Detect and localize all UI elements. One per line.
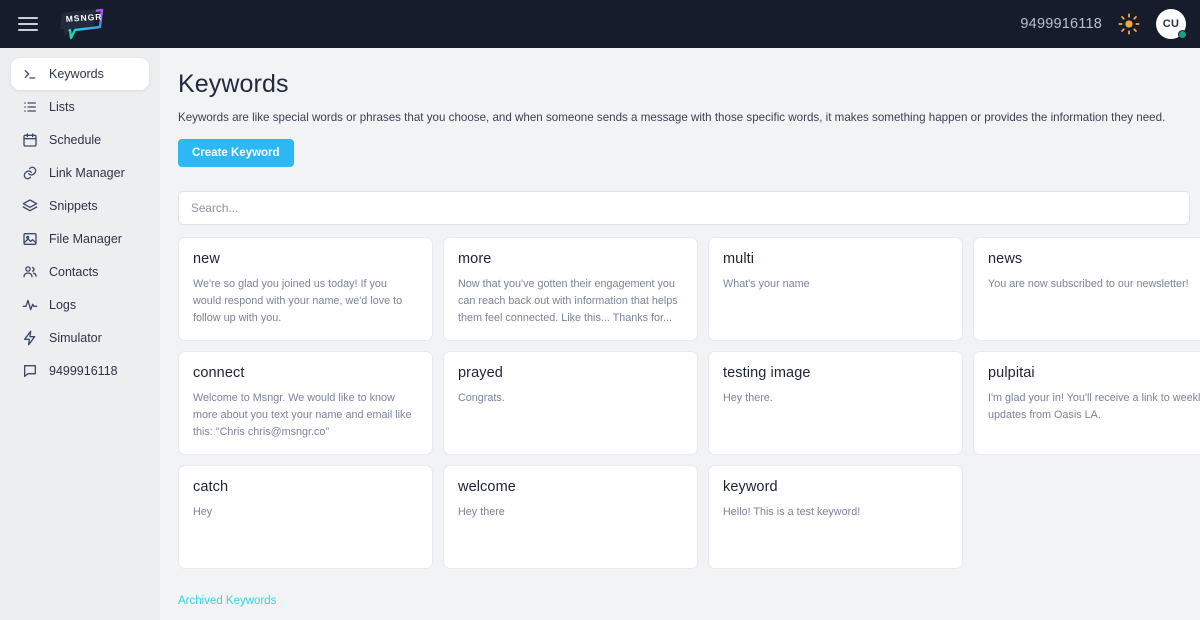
keyword-message: Hey there. [723,392,773,405]
keyword-card[interactable]: keyword Hello! This is a test keyword! [708,465,963,570]
activity-icon [21,297,38,314]
image-icon [21,231,38,248]
users-icon [21,264,38,281]
keyword-message: Now that you've gotten their engagement … [458,278,678,324]
keyword-message: Welcome to Msngr. We would like to know … [193,392,412,438]
hamburger-bar [18,29,38,31]
keyword-name: testing image [723,365,811,382]
link-icon [21,165,38,182]
svg-text:MSNGR: MSNGR [65,11,102,24]
keyword-message: Hey there [458,506,505,519]
status-dot-online [1178,30,1187,39]
search-bar [178,191,1190,226]
keyword-name: welcome [458,479,516,496]
sidebar-item-label: Link Manager [49,166,125,180]
sidebar-item-label: Simulator [49,331,102,345]
calendar-icon [21,132,38,149]
sidebar-item-label: Logs [49,298,77,312]
search-input[interactable] [178,191,1190,226]
body-split: Keywords Lists Schedule Link Manager Sni… [0,48,1200,620]
keyword-card[interactable]: pulpitai I'm glad your in! You'll receiv… [973,351,1200,456]
keyword-name: pulpitai [988,365,1035,382]
keyword-name: multi [723,251,755,268]
list-icon [21,99,38,116]
page-title: Keywords [178,70,289,98]
keyword-message: You are now subscribed to our newsletter… [988,278,1189,291]
keyword-card[interactable]: welcome Hey there [443,465,698,570]
terminal-icon [21,66,38,83]
keyword-card[interactable]: new We're so glad you joined us today! I… [178,237,433,342]
keyword-message: What's your name [723,278,810,291]
sidebar-item-file-manager[interactable]: File Manager [11,223,149,255]
bolt-icon [21,330,38,347]
keyword-card[interactable]: news You are now subscribed to our newsl… [973,237,1200,342]
keyword-message: Hey [193,506,213,519]
msngr-logo[interactable]: MSNGR [56,7,112,41]
hamburger-icon[interactable] [18,17,38,31]
sidebar-item-snippets[interactable]: Snippets [11,190,149,222]
sidebar-item-schedule[interactable]: Schedule [11,124,149,156]
keyword-name: new [193,251,220,268]
sidebar-item-link-manager[interactable]: Link Manager [11,157,149,189]
sidebar-item-label: File Manager [49,232,122,246]
archived-keywords-link[interactable]: Archived Keywords [178,595,276,607]
layers-icon [21,198,38,215]
keyword-message: We're so glad you joined us today! If yo… [193,278,403,324]
chat-icon [21,363,38,380]
sidebar-item-label: Contacts [49,265,99,279]
sidebar-item-label: Keywords [49,67,104,81]
sidebar: Keywords Lists Schedule Link Manager Sni… [0,48,160,620]
keyword-card[interactable]: prayed Congrats. [443,351,698,456]
sidebar-item-label: Lists [49,100,75,114]
keyword-name: news [988,251,1023,268]
main-content: Keywords Keywords are like special words… [160,48,1200,620]
sidebar-item-keywords[interactable]: Keywords [11,58,149,90]
hamburger-bar [18,17,38,19]
keyword-message: Hello! This is a test keyword! [723,506,861,519]
top-bar: MSNGR 9499916118 CU [0,0,1200,48]
sidebar-item-simulator[interactable]: Simulator [11,322,149,354]
page-description: Keywords are like special words or phras… [178,111,1166,124]
keyword-message: Congrats. [458,392,505,405]
hamburger-bar [18,23,38,25]
sidebar-item-logs[interactable]: Logs [11,289,149,321]
keyword-name: catch [193,479,229,496]
avatar[interactable]: CU [1156,9,1187,39]
keyword-card[interactable]: multi What's your name [708,237,963,342]
sidebar-item-lists[interactable]: Lists [11,91,149,123]
topbar-right-group: 9499916118 CU [1020,9,1187,39]
sidebar-item-contacts[interactable]: Contacts [11,256,149,288]
sidebar-item-label: 9499916118 [49,364,118,378]
keyword-card[interactable]: testing image Hey there. [708,351,963,456]
keyword-name: keyword [723,479,778,496]
keyword-name: prayed [458,365,503,382]
keyword-card[interactable]: more Now that you've gotten their engage… [443,237,698,342]
create-keyword-button[interactable]: Create Keyword [178,139,294,168]
app-root: MSNGR 9499916118 CU Keywords Lists Sched… [0,0,1200,620]
keyword-card[interactable]: connect Welcome to Msngr. We would like … [178,351,433,456]
sun-icon[interactable] [1118,13,1140,35]
sidebar-item-label: Schedule [49,133,102,147]
avatar-initials: CU [1162,18,1180,30]
sidebar-item-label: Snippets [49,199,98,213]
keyword-message: I'm glad your in! You'll receive a link … [988,392,1200,421]
keyword-card-grid: new We're so glad you joined us today! I… [178,237,1200,570]
account-phone-number: 9499916118 [1020,16,1102,32]
keyword-card[interactable]: catch Hey [178,465,433,570]
keyword-name: connect [193,365,245,382]
sidebar-item-conversation[interactable]: 9499916118 [11,355,149,387]
keyword-name: more [458,251,492,268]
